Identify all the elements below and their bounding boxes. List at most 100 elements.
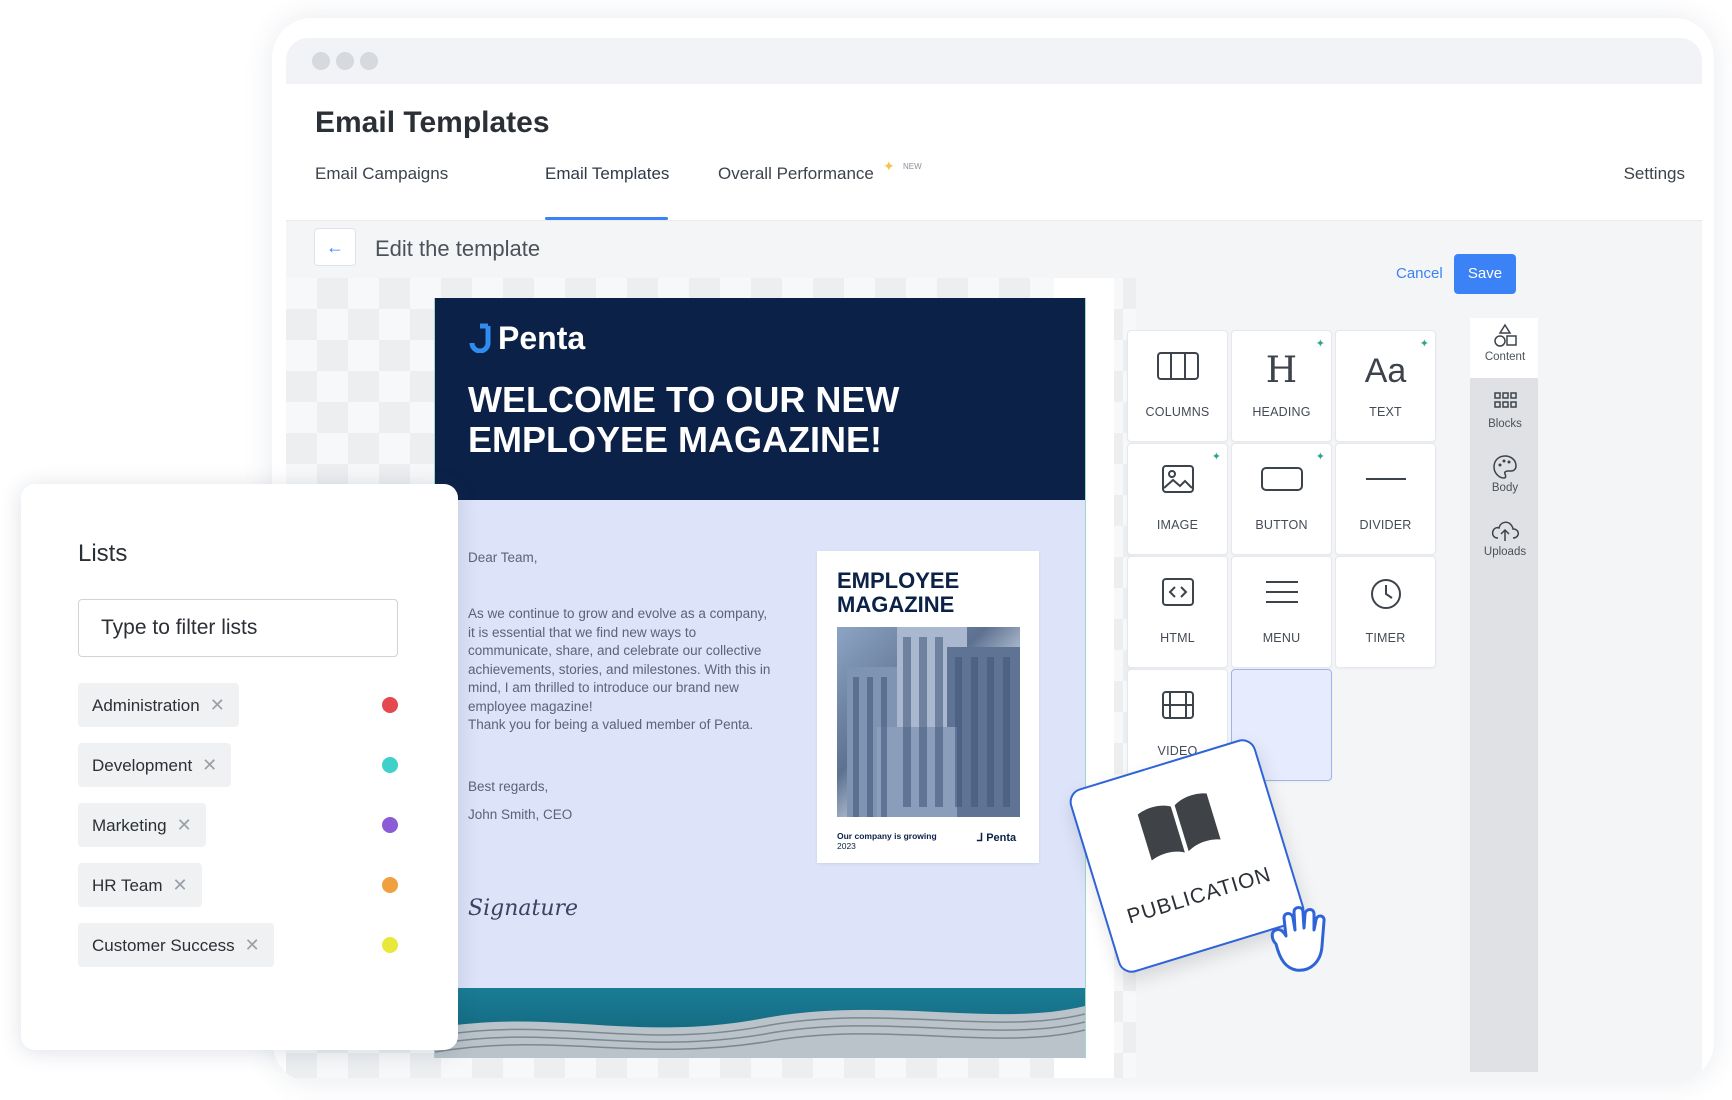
close-icon[interactable]: ✕ xyxy=(177,803,192,847)
tool-label: HEADING xyxy=(1252,405,1311,419)
tool-label: COLUMNS xyxy=(1145,405,1210,419)
video-icon xyxy=(1128,690,1227,730)
ai-sparkle-icon: ✦ xyxy=(1315,338,1325,350)
sparkle-icon: ✦ xyxy=(883,158,895,174)
tool-button[interactable]: ✦ BUTTON xyxy=(1231,443,1332,555)
save-button[interactable]: Save xyxy=(1454,254,1516,294)
sidebar-item-body[interactable]: Body xyxy=(1468,454,1542,494)
magazine-cover[interactable]: EMPLOYEE MAGAZINE Our company is growing… xyxy=(817,551,1039,863)
image-icon xyxy=(1128,464,1227,504)
sidebar-label: Uploads xyxy=(1483,546,1527,558)
filter-lists-input[interactable] xyxy=(78,599,398,657)
list-chip-label: HR Team xyxy=(92,876,163,895)
email-headline[interactable]: WELCOME TO OUR NEW EMPLOYEE MAGAZINE! xyxy=(468,380,1068,460)
tab-email-templates[interactable]: Email Templates xyxy=(545,164,669,184)
window-dot-close[interactable] xyxy=(312,52,330,70)
window-dot-minimize[interactable] xyxy=(336,52,354,70)
color-dot xyxy=(382,877,398,893)
tool-image[interactable]: ✦ IMAGE xyxy=(1127,443,1228,555)
close-icon[interactable]: ✕ xyxy=(173,863,188,907)
email-thanks[interactable]: Thank you for being a valued member of P… xyxy=(468,716,773,735)
list-chip-hr-team[interactable]: HR Team ✕ xyxy=(78,863,202,907)
window-dot-maximize[interactable] xyxy=(360,52,378,70)
close-icon[interactable]: ✕ xyxy=(210,683,225,727)
tool-html[interactable]: HTML xyxy=(1127,556,1228,668)
sidebar-item-uploads[interactable]: Uploads xyxy=(1468,518,1542,558)
email-greeting[interactable]: Dear Team, xyxy=(468,549,773,568)
lists-title: Lists xyxy=(78,540,128,567)
app-window: Email Templates Email Campaigns Email Te… xyxy=(272,18,1714,1082)
ai-sparkle-icon: ✦ xyxy=(1419,338,1429,350)
tab-overall-performance[interactable]: Overall Performance xyxy=(718,164,874,184)
button-icon xyxy=(1232,464,1331,504)
email-body[interactable]: As we continue to grow and evolve as a c… xyxy=(468,605,773,716)
book-icon xyxy=(1134,787,1226,871)
tool-label: MENU xyxy=(1262,631,1301,645)
email-closing[interactable]: Best regards, xyxy=(468,778,773,797)
ai-sparkle-icon: ✦ xyxy=(1211,451,1221,463)
color-dot xyxy=(382,817,398,833)
email-logo: Penta xyxy=(468,320,585,357)
sidebar-label: Blocks xyxy=(1488,418,1522,430)
email-sender[interactable]: John Smith, CEO xyxy=(468,806,773,825)
lists-panel: Lists Administration ✕ Development ✕ Marke… xyxy=(21,484,458,1050)
close-icon[interactable]: ✕ xyxy=(245,923,260,967)
tool-label: TEXT xyxy=(1369,405,1402,419)
tool-label: IMAGE xyxy=(1156,518,1199,532)
shapes-icon xyxy=(1468,323,1542,351)
ai-sparkle-icon: ✦ xyxy=(1315,451,1325,463)
tool-label: HTML xyxy=(1160,631,1195,645)
sidebar-item-content[interactable]: Content xyxy=(1468,323,1542,363)
divider-icon xyxy=(1336,464,1435,504)
tool-timer[interactable]: TIMER xyxy=(1335,556,1436,668)
sidebar-item-blocks[interactable]: Blocks xyxy=(1468,390,1542,430)
color-dot xyxy=(382,937,398,953)
blocks-icon xyxy=(1468,390,1542,418)
signature-image: Signature xyxy=(468,896,579,921)
building-photo xyxy=(837,627,1020,817)
text-icon: Aa xyxy=(1364,352,1407,390)
menu-icon xyxy=(1232,577,1331,617)
color-dot xyxy=(382,697,398,713)
html-icon xyxy=(1128,577,1227,617)
list-chip-administration[interactable]: Administration ✕ xyxy=(78,683,239,727)
new-badge: NEW xyxy=(903,162,922,171)
email-footer-image[interactable] xyxy=(435,988,1085,1058)
sidebar-label: Body xyxy=(1491,482,1519,494)
palette-icon xyxy=(1468,454,1542,482)
list-chip-label: Administration xyxy=(92,696,200,715)
tool-label: TIMER xyxy=(1365,631,1406,645)
email-logo-text: Penta xyxy=(498,320,586,356)
penta-logo-icon xyxy=(469,323,491,353)
tab-settings[interactable]: Settings xyxy=(1624,164,1685,184)
columns-icon xyxy=(1128,351,1227,391)
tab-email-campaigns[interactable]: Email Campaigns xyxy=(315,164,448,184)
tool-columns[interactable]: COLUMNS xyxy=(1127,330,1228,442)
arrow-left-icon: ← xyxy=(326,237,344,257)
list-chip-marketing[interactable]: Marketing ✕ xyxy=(78,803,206,847)
tool-divider[interactable]: DIVIDER xyxy=(1335,443,1436,555)
magazine-logo: ⅃ Penta xyxy=(977,832,1017,844)
list-chip-customer-success[interactable]: Customer Success ✕ xyxy=(78,923,274,967)
tool-text[interactable]: ✦ Aa TEXT xyxy=(1335,330,1436,442)
close-icon[interactable]: ✕ xyxy=(202,743,217,787)
tool-menu[interactable]: MENU xyxy=(1231,556,1332,668)
window-titlebar xyxy=(286,38,1702,84)
list-chip-label: Customer Success xyxy=(92,936,235,955)
grab-hand-cursor-icon xyxy=(1262,900,1342,985)
cancel-button[interactable]: Cancel xyxy=(1396,265,1443,282)
email-canvas[interactable]: Penta WELCOME TO OUR NEW EMPLOYEE MAGAZI… xyxy=(434,298,1086,1058)
tool-heading[interactable]: ✦ H HEADING xyxy=(1231,330,1332,442)
timer-icon xyxy=(1336,577,1435,617)
email-header[interactable]: Penta WELCOME TO OUR NEW EMPLOYEE MAGAZI… xyxy=(435,298,1085,500)
tool-label: BUTTON xyxy=(1255,518,1308,532)
list-chip-label: Marketing xyxy=(92,816,167,835)
back-button[interactable]: ← xyxy=(314,228,356,266)
page-title: Email Templates xyxy=(315,106,550,139)
sidebar-label: Content xyxy=(1484,351,1526,363)
tool-label: DIVIDER xyxy=(1359,518,1412,532)
list-chip-label: Development xyxy=(92,756,193,775)
editor-title: Edit the template xyxy=(375,236,541,261)
tab-bar: Email Campaigns Email Templates Overall … xyxy=(315,158,1685,220)
list-chip-development[interactable]: Development ✕ xyxy=(78,743,232,787)
